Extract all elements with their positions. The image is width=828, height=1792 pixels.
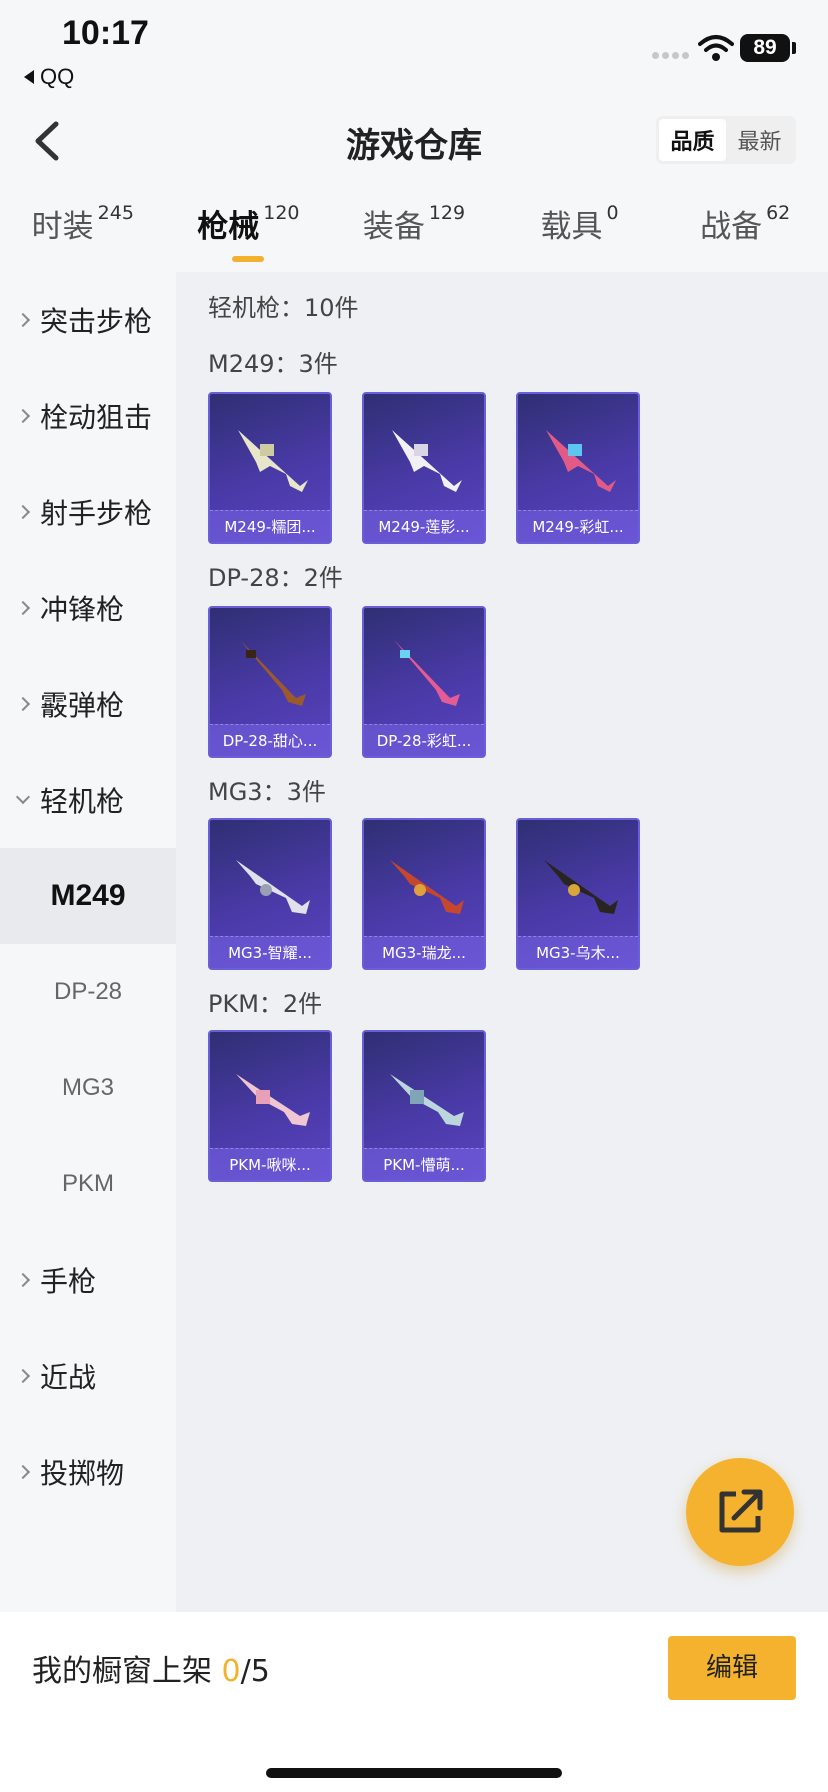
skin-card[interactable]: M249-莲影...	[362, 392, 486, 544]
weapon-category-sidebar: 突击步枪 栓动狙击 射手步枪 冲锋枪 霰弹枪 轻机枪 M249 DP-28 MG…	[0, 272, 176, 1612]
lmg-skin-icon	[546, 430, 616, 492]
sidebar-item-shotgun[interactable]: 霰弹枪	[0, 656, 176, 752]
skin-name: PKM-啾咪...	[210, 1148, 330, 1180]
edit-button[interactable]: 编辑	[668, 1636, 796, 1700]
lmg-skin-icon	[390, 860, 464, 914]
sidebar-item-bolt-sniper[interactable]: 栓动狙击	[0, 368, 176, 464]
home-indicator[interactable]	[266, 1768, 562, 1778]
skin-name: PKM-懵萌...	[364, 1148, 484, 1180]
lmg-skin-icon	[390, 1074, 464, 1126]
skin-card[interactable]: PKM-懵萌...	[362, 1030, 486, 1182]
group-title-dp28: DP-28：2件	[208, 564, 343, 592]
chevron-right-icon	[15, 1272, 31, 1288]
sidebar-sub-m249[interactable]: M249	[0, 848, 176, 944]
lmg-skin-icon	[236, 1074, 310, 1126]
skin-name: DP-28-彩虹...	[364, 724, 484, 756]
skin-card[interactable]: PKM-啾咪...	[208, 1030, 332, 1182]
lmg-skin-icon	[236, 860, 310, 914]
status-time: 10:17	[62, 14, 149, 52]
skin-name: MG3-智耀...	[210, 936, 330, 968]
cellular-signal-icon	[652, 52, 689, 59]
tab-firearms[interactable]: 枪械 120	[166, 200, 332, 270]
battery-tip	[792, 42, 796, 54]
group-title-mg3: MG3：3件	[208, 778, 326, 806]
skin-card[interactable]: DP-28-彩虹...	[362, 606, 486, 758]
group-title-pkm: PKM：2件	[208, 990, 323, 1018]
skin-name: MG3-瑞龙...	[364, 936, 484, 968]
sidebar-item-marksman-rifle[interactable]: 射手步枪	[0, 464, 176, 560]
share-icon	[719, 1489, 763, 1533]
skin-card[interactable]: DP-28-甜心...	[208, 606, 332, 758]
skin-name: DP-28-甜心...	[210, 724, 330, 756]
tab-combat-gear[interactable]: 战备 62	[662, 200, 828, 270]
sidebar-sub-pkm[interactable]: PKM	[0, 1136, 176, 1232]
sidebar-item-assault-rifle[interactable]: 突击步枪	[0, 272, 176, 368]
skin-card[interactable]: MG3-乌木...	[516, 818, 640, 970]
skin-name: M249-莲影...	[364, 510, 484, 542]
showcase-status: 我的橱窗上架 0/5	[32, 1654, 270, 1689]
lmg-skin-icon	[544, 860, 618, 914]
lmg-skin-icon	[238, 430, 308, 492]
sidebar-sub-mg3[interactable]: MG3	[0, 1040, 176, 1136]
lmg-summary: 轻机枪：10件	[208, 294, 359, 322]
chevron-right-icon	[15, 696, 31, 712]
lmg-skin-icon	[394, 640, 460, 706]
chevron-right-icon	[15, 1464, 31, 1480]
bottom-bar: 我的橱窗上架 0/5 编辑	[0, 1612, 828, 1792]
wifi-icon	[698, 35, 734, 61]
lmg-skin-icon	[240, 640, 306, 706]
lmg-skin-icon	[392, 430, 462, 492]
chevron-right-icon	[15, 408, 31, 424]
sidebar-item-melee[interactable]: 近战	[0, 1328, 176, 1424]
share-button[interactable]	[686, 1458, 794, 1566]
chevron-right-icon	[15, 1368, 31, 1384]
sidebar-item-lmg[interactable]: 轻机枪	[0, 752, 176, 848]
skin-name: M249-彩虹...	[518, 510, 638, 542]
sidebar-item-pistol[interactable]: 手枪	[0, 1232, 176, 1328]
tab-active-indicator	[232, 256, 265, 262]
skin-card[interactable]: M249-彩虹...	[516, 392, 640, 544]
tab-vehicles[interactable]: 载具 0	[497, 200, 663, 270]
sidebar-sub-dp28[interactable]: DP-28	[0, 944, 176, 1040]
skin-card[interactable]: MG3-瑞龙...	[362, 818, 486, 970]
tab-equipment[interactable]: 装备 129	[331, 200, 497, 270]
skin-content-area: 轻机枪：10件 M249：3件 M249-糯团... M249-莲影... M2…	[176, 272, 828, 1612]
back-app-label: QQ	[40, 64, 75, 89]
group-title-m249: M249：3件	[208, 350, 338, 378]
skin-card[interactable]: M249-糯团...	[208, 392, 332, 544]
chevron-right-icon	[15, 312, 31, 328]
chevron-right-icon	[15, 600, 31, 616]
skin-card[interactable]: MG3-智耀...	[208, 818, 332, 970]
skin-name: M249-糯团...	[210, 510, 330, 542]
showcase-total: /5	[240, 1654, 270, 1689]
back-to-app[interactable]: QQ	[24, 64, 74, 90]
tab-fashion[interactable]: 时装 245	[0, 200, 166, 270]
sidebar-item-throwables[interactable]: 投掷物	[0, 1424, 176, 1520]
chevron-right-icon	[15, 504, 31, 520]
back-chevron-icon[interactable]	[30, 118, 70, 164]
chevron-down-icon	[15, 789, 31, 805]
category-tabs: 时装 245 枪械 120 装备 129 载具 0 战备 62	[0, 200, 828, 270]
showcase-count: 0	[221, 1654, 241, 1689]
sort-toggle[interactable]: 品质 最新	[656, 116, 796, 164]
battery-indicator: 89	[740, 34, 790, 62]
sort-quality-button[interactable]: 品质	[659, 119, 726, 161]
back-triangle-icon	[24, 70, 34, 84]
skin-name: MG3-乌木...	[518, 936, 638, 968]
sidebar-item-smg[interactable]: 冲锋枪	[0, 560, 176, 656]
sort-newest-button[interactable]: 最新	[726, 119, 793, 161]
